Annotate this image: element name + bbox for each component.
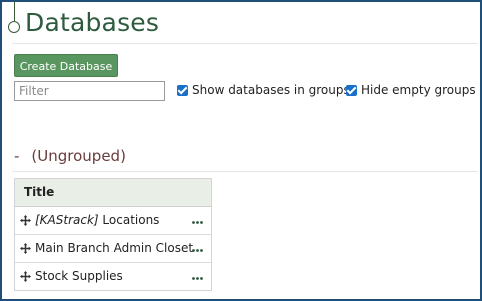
- table-row[interactable]: Main Branch Admin Closet: [15, 235, 211, 263]
- show-groups-label: Show databases in groups: [192, 83, 350, 97]
- app-frame: Databases Create Database Show databases…: [0, 0, 482, 301]
- title-divider: [12, 43, 478, 44]
- more-icon[interactable]: [192, 249, 203, 252]
- row-title[interactable]: Stock Supplies: [35, 263, 123, 290]
- create-database-button[interactable]: Create Database: [14, 54, 118, 77]
- databases-table: Title [KAStrack] Locations Main Branch A…: [14, 178, 212, 291]
- row-title[interactable]: [KAStrack] Locations: [35, 207, 159, 234]
- move-icon[interactable]: [20, 243, 31, 254]
- row-tag: [KAStrack]: [35, 213, 99, 227]
- group-name: (Ungrouped): [31, 147, 126, 165]
- title-decoration-circle: [8, 21, 20, 33]
- group-divider: [12, 171, 478, 172]
- group-collapse-toggle[interactable]: -: [14, 147, 19, 165]
- move-icon[interactable]: [20, 271, 31, 282]
- row-title[interactable]: Main Branch Admin Closet: [35, 235, 193, 262]
- filter-input[interactable]: [14, 81, 165, 101]
- move-icon[interactable]: [20, 215, 31, 226]
- title-decoration-line: [14, 2, 15, 21]
- page-title: Databases: [25, 8, 160, 37]
- hide-empty-checkbox[interactable]: [346, 85, 357, 96]
- hide-empty-label: Hide empty groups: [361, 83, 476, 97]
- table-row[interactable]: Stock Supplies: [15, 263, 211, 290]
- show-groups-checkbox[interactable]: [177, 85, 188, 96]
- more-icon[interactable]: [192, 277, 203, 280]
- row-label: Locations: [98, 213, 160, 227]
- column-header-title[interactable]: Title: [15, 179, 211, 207]
- table-row[interactable]: [KAStrack] Locations: [15, 207, 211, 235]
- more-icon[interactable]: [192, 221, 203, 224]
- group-heading-ungrouped[interactable]: - (Ungrouped): [14, 147, 126, 165]
